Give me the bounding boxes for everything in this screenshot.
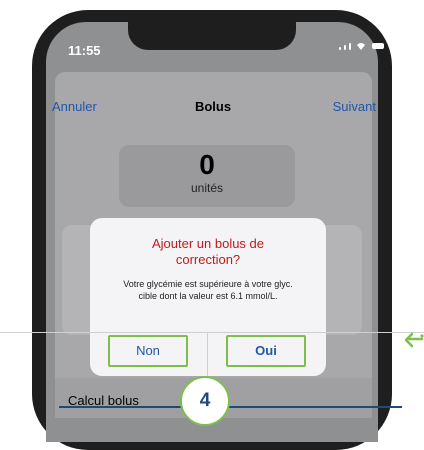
no-button[interactable]: Non (108, 335, 188, 367)
phone-notch (128, 22, 296, 50)
units-value: 0 (199, 149, 215, 180)
next-button[interactable]: Suivant (333, 99, 376, 114)
units-label: unités (190, 181, 224, 195)
page-title: Bolus (194, 99, 232, 114)
alert-divider (0, 332, 424, 333)
battery-icon (372, 43, 384, 49)
signal-icon (339, 47, 341, 50)
wifi-icon (357, 43, 365, 50)
nav-bar: Annuler Bolus Suivant (48, 99, 378, 121)
step-number-badge: 4 (180, 376, 230, 426)
status-time: 11:55 (68, 43, 101, 58)
alert-title: Ajouter un bolus de correction? (151, 236, 265, 267)
yes-button[interactable]: Oui (226, 335, 306, 367)
alert-message: Votre glycémie est supérieure à votre gl… (123, 279, 293, 301)
alert-button-divider (207, 333, 208, 376)
status-icons (339, 42, 384, 50)
units-display[interactable]: 0 unités (119, 145, 295, 207)
arrow-left-icon (404, 332, 424, 348)
step-divider-line (59, 406, 402, 408)
